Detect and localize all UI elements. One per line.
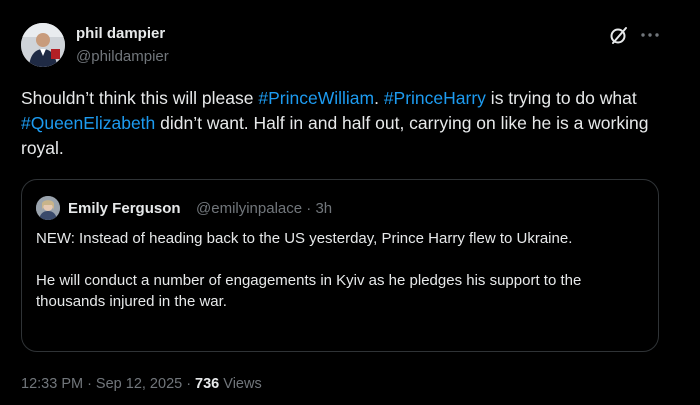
tweet-text-segment: is trying to do what [485, 88, 637, 108]
tweet-footer: 12:33 PM · Sep 12, 2025 · 736 Views [21, 374, 262, 394]
more-icon[interactable] [638, 24, 662, 46]
author-name[interactable]: phil dampier [76, 24, 165, 44]
quoted-paragraph: He will conduct a number of engagements … [36, 272, 582, 310]
quoted-author-avatar[interactable] [36, 196, 60, 220]
quoted-tweet-text: NEW: Instead of heading back to the US y… [36, 228, 648, 312]
tweet-text-segment: . [374, 88, 384, 108]
hashtag-link-queen-elizabeth[interactable]: #QueenElizabeth [21, 113, 155, 133]
meta-separator: · [306, 200, 312, 217]
tweet: phil dampier @phildampier Shouldn’t thin… [0, 0, 700, 405]
quoted-timestamp[interactable]: 3h [315, 200, 332, 217]
quoted-avatar-photo [36, 196, 60, 220]
author-handle[interactable]: @phildampier [76, 47, 169, 67]
avatar-photo [21, 23, 65, 67]
hashtag-link-prince-harry[interactable]: #PrinceHarry [384, 88, 486, 108]
tweet-date[interactable]: Sep 12, 2025 [96, 376, 182, 392]
quoted-author-name[interactable]: Emily Ferguson [68, 199, 181, 219]
footer-separator: · [186, 376, 192, 392]
author-avatar[interactable] [21, 23, 65, 67]
grok-icon[interactable] [608, 24, 630, 46]
tweet-text: Shouldn’t think this will please #Prince… [21, 86, 671, 161]
quoted-paragraph: NEW: Instead of heading back to the US y… [36, 230, 573, 247]
tweet-time[interactable]: 12:33 PM [21, 376, 83, 392]
hashtag-link-prince-william[interactable]: #PrinceWilliam [258, 88, 374, 108]
quoted-meta: @emilyinpalace · 3h [196, 199, 332, 219]
quoted-tweet-card[interactable]: Emily Ferguson @emilyinpalace · 3h NEW: … [21, 179, 659, 352]
tweet-text-segment: Shouldn’t think this will please [21, 88, 259, 108]
views-label: Views [223, 376, 262, 392]
footer-separator: · [87, 376, 92, 392]
quoted-author-handle[interactable]: @emilyinpalace [196, 200, 302, 217]
views-count[interactable]: 736 [195, 376, 219, 392]
